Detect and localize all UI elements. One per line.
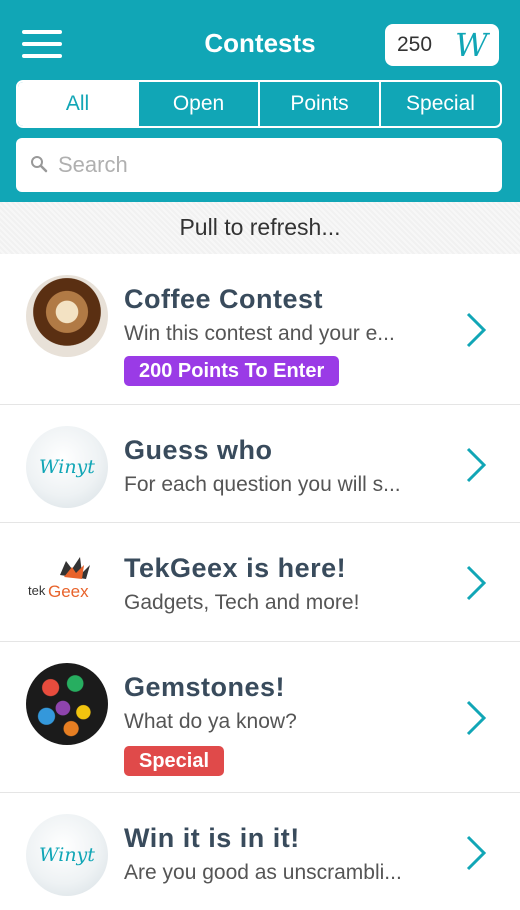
contest-subtitle: Are you good as unscrambli... bbox=[124, 861, 402, 884]
search-icon bbox=[31, 156, 48, 173]
pull-to-refresh: Pull to refresh... bbox=[0, 202, 520, 255]
points-badge: 200 Points To Enter bbox=[124, 356, 340, 386]
tab-points[interactable]: Points bbox=[258, 82, 379, 126]
points-value: 250 bbox=[397, 33, 433, 56]
contest-subtitle: For each question you will s... bbox=[124, 473, 401, 496]
gemstones-image bbox=[26, 663, 108, 745]
chevron-right-icon bbox=[466, 700, 487, 736]
contest-subtitle: Gadgets, Tech and more! bbox=[124, 591, 360, 614]
svg-text:tek: tek bbox=[28, 583, 46, 598]
contest-title: Coffee Contest bbox=[124, 284, 324, 314]
special-badge: Special bbox=[124, 746, 225, 776]
tekgeex-logo: tek Geex bbox=[26, 543, 108, 625]
search-bar bbox=[16, 138, 502, 192]
contest-title: Win it is in it! bbox=[124, 823, 300, 853]
contest-item-tekgeex[interactable]: tek Geex TekGeex is here! Gadgets, Tech … bbox=[0, 523, 520, 642]
contest-item-guess-who[interactable]: Winyt Guess who For each question you wi… bbox=[0, 405, 520, 523]
search-input[interactable] bbox=[56, 146, 490, 184]
refresh-label: Pull to refresh... bbox=[179, 214, 341, 240]
chevron-right-icon bbox=[466, 565, 487, 601]
coffee-cup-image bbox=[26, 275, 108, 357]
contest-subtitle: Win this contest and your e... bbox=[124, 322, 395, 345]
winyt-w-logo: W bbox=[455, 26, 488, 64]
contest-title: Gemstones! bbox=[124, 672, 286, 702]
app-header: Contests 250 W All Open Points Special bbox=[0, 0, 520, 202]
chevron-right-icon bbox=[466, 447, 487, 483]
contest-item-coffee[interactable]: Coffee Contest Win this contest and your… bbox=[0, 254, 520, 405]
chevron-right-icon bbox=[466, 312, 487, 348]
tab-special[interactable]: Special bbox=[379, 82, 500, 126]
tab-open[interactable]: Open bbox=[137, 82, 258, 126]
contest-item-gemstones[interactable]: Gemstones! What do ya know? Special bbox=[0, 642, 520, 793]
chevron-right-icon bbox=[466, 835, 487, 871]
contest-subtitle: What do ya know? bbox=[124, 710, 297, 733]
winyt-logo: Winyt bbox=[26, 814, 108, 896]
tab-all[interactable]: All bbox=[18, 82, 137, 126]
contest-title: Guess who bbox=[124, 435, 273, 465]
svg-text:Geex: Geex bbox=[48, 582, 89, 601]
filter-tabs: All Open Points Special bbox=[16, 80, 502, 128]
contest-item-win-it[interactable]: Winyt Win it is in it! Are you good as u… bbox=[0, 793, 520, 910]
winyt-logo: Winyt bbox=[26, 426, 108, 508]
points-balance[interactable]: 250 W bbox=[385, 24, 499, 66]
contest-title: TekGeex is here! bbox=[124, 553, 347, 583]
